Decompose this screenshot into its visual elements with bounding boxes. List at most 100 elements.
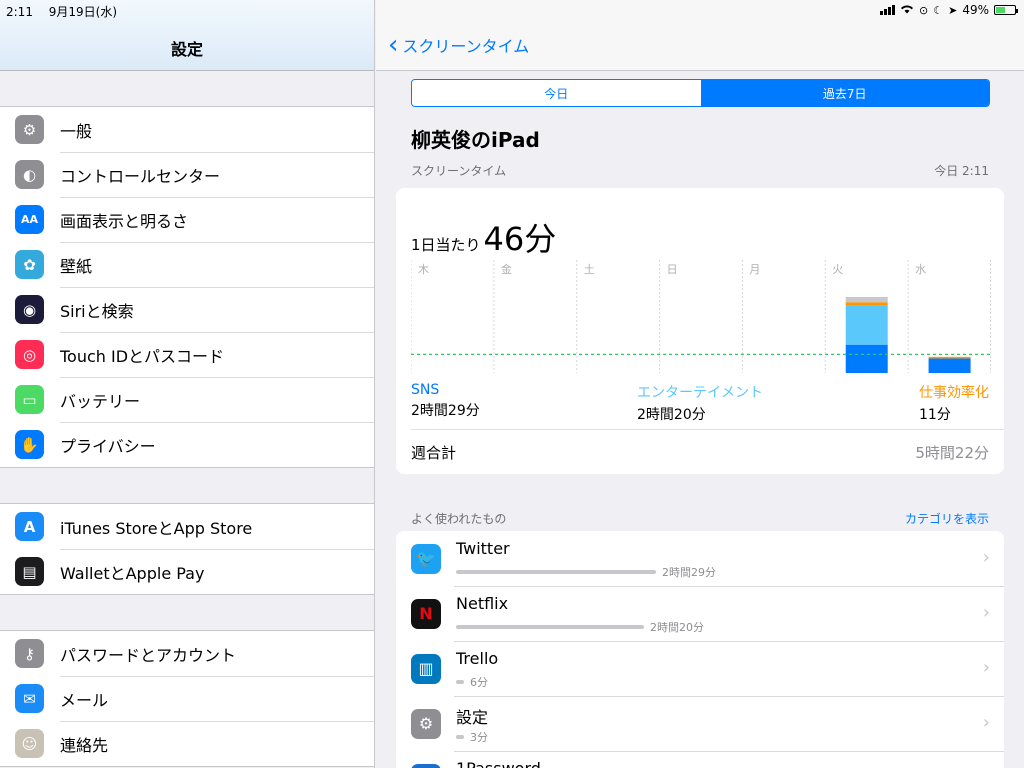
screen-time-section-label: スクリーンタイム bbox=[411, 164, 507, 178]
sidebar-item-label: WalletとApple Pay bbox=[60, 563, 205, 583]
updated-time: 今日 2:11 bbox=[934, 164, 989, 178]
back-button[interactable]: ‹ スクリーンタイム bbox=[388, 30, 530, 60]
sidebar-item[interactable]: ☺ 連絡先 bbox=[0, 721, 374, 766]
twitter-icon: 🐦 bbox=[411, 543, 441, 574]
sidebar-item-label: コントロールセンター bbox=[60, 166, 221, 186]
battery-icon: ▭ bbox=[15, 385, 44, 414]
sidebar-item[interactable]: ◐ コントロールセンター bbox=[0, 152, 374, 197]
daily-average-prefix: 1日当たり bbox=[411, 236, 481, 254]
sidebar-item[interactable]: ◎ Touch IDとパスコード bbox=[0, 332, 374, 377]
app-name: Netflix bbox=[456, 594, 509, 613]
sidebar-item[interactable]: AiTunes StoreとApp Store bbox=[0, 504, 374, 549]
screen-time-detail: ‹ スクリーンタイム 今日 過去7日 柳英俊のiPad スクリーンタイム 今日 … bbox=[376, 0, 1024, 768]
status-date: 9月19日(水) bbox=[48, 5, 118, 19]
chevron-right-icon: › bbox=[982, 712, 990, 733]
app-usage-time: 2時間29分 bbox=[662, 566, 716, 579]
sidebar-item[interactable]: ✿ 壁紙 bbox=[0, 242, 374, 287]
chevron-right-icon: › bbox=[982, 657, 990, 678]
usage-bar bbox=[456, 625, 644, 629]
sidebar-item[interactable]: AA 画面表示と明るさ bbox=[0, 197, 374, 242]
sidebar-item-label: 画面表示と明るさ bbox=[60, 211, 189, 231]
category-productivity-name: 仕事効率化 bbox=[919, 385, 989, 401]
settings-group: ⚙ 一般 ◐ コントロールセンター AA 画面表示と明るさ ✿ 壁紙 ◉ Siriと検索 ◎ Touc… bbox=[0, 106, 374, 468]
sidebar-item-label: パスワードとアカウント bbox=[60, 645, 237, 665]
fingerprint-icon: ◎ bbox=[15, 340, 44, 369]
siri-icon: ◉ bbox=[15, 295, 44, 324]
sidebar-item-label: 連絡先 bbox=[60, 735, 109, 755]
chart-bar-segment bbox=[928, 358, 971, 373]
category-productivity: 仕事効率化 11分 bbox=[919, 382, 989, 424]
chart-bar-segment bbox=[845, 302, 888, 306]
segment-today[interactable]: 今日 bbox=[412, 80, 701, 106]
app-name: 1Password bbox=[456, 759, 541, 768]
sidebar-item[interactable]: ▭ バッテリー bbox=[0, 377, 374, 422]
category-sns-name: SNS bbox=[411, 382, 440, 398]
contacts-icon: ☺ bbox=[15, 729, 44, 758]
sidebar-item[interactable]: ✋ プライバシー bbox=[0, 422, 374, 467]
usage-card[interactable]: 1日当たり 46分 木 金 土 日 月 火 水 SNS 2時間29分 エンターテイメント 2… bbox=[396, 188, 1004, 474]
chart-day-label: 水 bbox=[915, 263, 926, 276]
sidebar-item-label: プライバシー bbox=[60, 436, 156, 456]
app-usage-row[interactable]: ⚙ 設定 3分 › bbox=[396, 696, 1004, 751]
gear-icon: ⚙ bbox=[15, 115, 44, 144]
show-categories-link[interactable]: カテゴリを表示 bbox=[905, 510, 989, 527]
chart-day-label: 金 bbox=[501, 262, 512, 276]
app-store-icon: A bbox=[15, 512, 44, 541]
weekly-usage-chart: 木金土日月火水 bbox=[411, 260, 991, 373]
battery-percent: 49% bbox=[962, 3, 989, 17]
chevron-left-icon: ‹ bbox=[388, 30, 399, 60]
week-total-row: 週合計 5時間22分 bbox=[411, 429, 1004, 474]
app-usage-row[interactable]: 🐦 Twitter 2時間29分 › bbox=[396, 531, 1004, 586]
app-usage-time: 2時間20分 bbox=[650, 621, 704, 634]
chart-bar-segment bbox=[928, 356, 971, 359]
sidebar-title: 設定 bbox=[170, 40, 203, 59]
usage-bar bbox=[456, 735, 464, 739]
wifi-icon bbox=[900, 3, 914, 17]
sidebar-item-label: 一般 bbox=[60, 121, 93, 141]
hand-icon: ✋ bbox=[15, 430, 44, 459]
segment-last-7-days[interactable]: 過去7日 bbox=[700, 80, 989, 106]
text-size-icon: AA bbox=[15, 205, 44, 234]
toggles-icon: ◐ bbox=[15, 160, 44, 189]
sidebar-item[interactable]: ◉ Siriと検索 bbox=[0, 287, 374, 332]
chart-bar-segment bbox=[845, 344, 888, 373]
moon-icon: ☾ bbox=[933, 3, 944, 17]
app-usage-row[interactable]: ①1Password› bbox=[396, 751, 1004, 768]
app-usage-time: 3分 bbox=[470, 731, 488, 744]
sidebar-item-label: メール bbox=[60, 690, 109, 710]
app-usage: 3分 bbox=[456, 729, 488, 745]
most-used-label: よく使われたもの bbox=[411, 512, 507, 526]
chart-bar-segment bbox=[845, 296, 888, 303]
app-usage: 2時間20分 bbox=[456, 619, 704, 635]
chart-day-label: 月 bbox=[749, 263, 760, 276]
wallet-icon: ▤ bbox=[15, 557, 44, 586]
battery-icon bbox=[994, 5, 1018, 15]
period-segmented-control: 今日 過去7日 bbox=[411, 79, 990, 107]
device-title: 柳英俊のiPad bbox=[411, 128, 540, 152]
1password-icon: ① bbox=[411, 763, 441, 768]
week-total-value: 5時間22分 bbox=[915, 443, 989, 462]
app-usage: 2時間29分 bbox=[456, 564, 716, 580]
chevron-right-icon: › bbox=[982, 602, 990, 623]
app-usage-row[interactable]: ▥ Trello 6分 › bbox=[396, 641, 1004, 696]
chart-day-label: 火 bbox=[832, 263, 843, 276]
week-total-label: 週合計 bbox=[411, 443, 457, 462]
app-usage-row[interactable]: N Netflix 2時間20分 › bbox=[396, 586, 1004, 641]
chart-day-label: 日 bbox=[667, 263, 678, 276]
chart-day-label: 土 bbox=[584, 263, 595, 276]
category-sns-value: 2時間29分 bbox=[411, 403, 480, 419]
sidebar-item[interactable]: ▤ WalletとApple Pay bbox=[0, 549, 374, 594]
flower-icon: ✿ bbox=[15, 250, 44, 279]
usage-bar bbox=[456, 570, 656, 574]
back-label: スクリーンタイム bbox=[402, 37, 530, 56]
sidebar-item-label: Touch IDとパスコード bbox=[60, 346, 225, 366]
sidebar-item-label: バッテリー bbox=[60, 391, 141, 411]
sidebar-item[interactable]: ⚷ パスワードとアカウント bbox=[0, 631, 374, 676]
trello-icon: ▥ bbox=[411, 653, 441, 684]
category-entertainment-name: エンターテイメント bbox=[637, 385, 763, 401]
sidebar-item[interactable]: ✉ メール bbox=[0, 676, 374, 721]
sidebar-item[interactable]: ⚙ 一般 bbox=[0, 107, 374, 152]
cellular-signal-icon bbox=[880, 5, 896, 15]
mail-icon: ✉ bbox=[15, 684, 44, 713]
netflix-icon: N bbox=[411, 598, 441, 629]
